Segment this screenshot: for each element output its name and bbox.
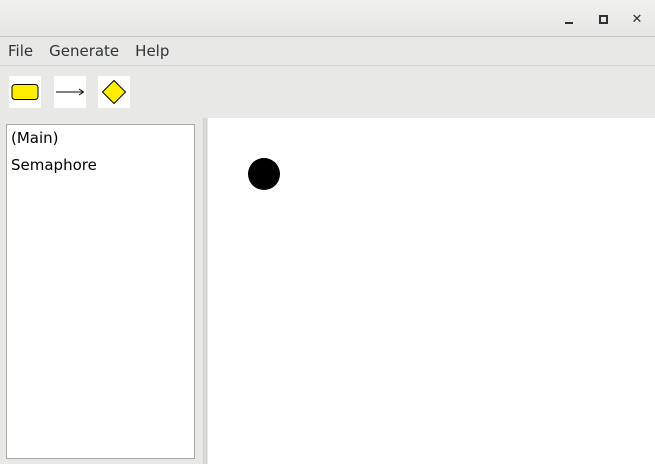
menu-file[interactable]: File [2, 38, 39, 65]
close-icon: ✕ [631, 11, 643, 27]
maximize-icon [598, 14, 608, 24]
state-box-icon [11, 84, 39, 100]
menu-help[interactable]: Help [129, 38, 175, 65]
transition-arrow-icon [56, 88, 85, 96]
initial-state-node[interactable] [248, 158, 280, 190]
close-button[interactable]: ✕ [627, 9, 647, 29]
list-item-semaphore[interactable]: Semaphore [7, 152, 194, 179]
minimize-button[interactable] [559, 9, 579, 29]
toolbar [0, 66, 655, 118]
decision-diamond-icon [101, 79, 127, 105]
title-bar[interactable]: ✕ [0, 0, 655, 37]
diagram-canvas[interactable] [208, 118, 655, 464]
add-state-button[interactable] [9, 76, 41, 108]
panel-splitter[interactable] [203, 118, 207, 464]
maximize-button[interactable] [593, 9, 613, 29]
add-transition-button[interactable] [54, 76, 86, 108]
menu-bar: File Generate Help [0, 37, 655, 66]
menu-generate[interactable]: Generate [43, 38, 125, 65]
state-machine-list[interactable]: (Main) Semaphore [6, 124, 195, 459]
app-window: ✕ File Generate Help (Main) Semaphore [0, 0, 655, 464]
list-item-main[interactable]: (Main) [7, 125, 194, 152]
add-decision-button[interactable] [98, 76, 130, 108]
minimize-icon [565, 22, 573, 24]
